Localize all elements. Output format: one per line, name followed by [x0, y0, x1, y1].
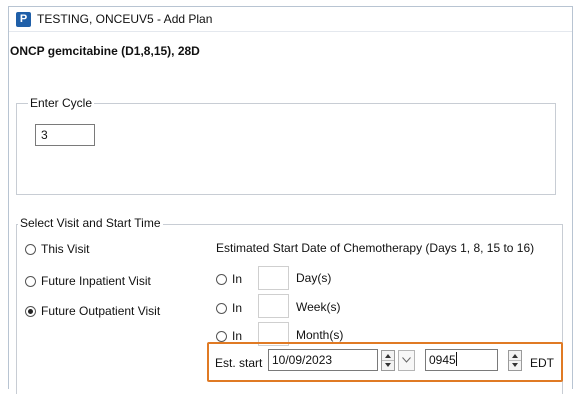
date-dropdown-button[interactable]	[398, 350, 415, 371]
weeks-input[interactable]	[258, 294, 289, 318]
start-date-heading: Estimated Start Date of Chemotherapy (Da…	[216, 241, 535, 255]
chevron-down-icon	[402, 357, 411, 363]
radio-in-weeks[interactable]: In	[216, 301, 242, 315]
days-unit-label: Day(s)	[296, 271, 332, 285]
window-title: TESTING, ONCEUV5 - Add Plan	[37, 12, 213, 26]
radio-label: In	[232, 301, 243, 315]
spin-down-icon[interactable]	[512, 363, 518, 367]
radio-future-outpatient[interactable]: Future Outpatient Visit	[25, 304, 160, 318]
enter-cycle-group	[16, 103, 556, 195]
radio-indicator[interactable]	[25, 275, 36, 287]
radio-label: This Visit	[41, 242, 90, 256]
weeks-unit-label: Week(s)	[296, 300, 341, 314]
radio-in-days[interactable]: In	[216, 272, 242, 286]
date-spinner[interactable]	[381, 350, 395, 371]
start-time-input[interactable]: 0945	[425, 349, 498, 371]
start-time-value: 0945	[429, 353, 456, 367]
radio-future-inpatient[interactable]: Future Inpatient Visit	[25, 274, 151, 288]
radio-indicator[interactable]	[216, 302, 227, 314]
plan-name: ONCP gemcitabine (D1,8,15), 28D	[10, 44, 200, 58]
spin-up-icon[interactable]	[512, 354, 518, 358]
app-logo-icon: P	[16, 12, 31, 27]
days-input[interactable]	[258, 266, 289, 290]
start-date-input[interactable]: 10/09/2023	[268, 349, 378, 371]
radio-indicator[interactable]	[216, 273, 227, 285]
timezone-label: EDT	[530, 356, 554, 370]
radio-label: Future Inpatient Visit	[41, 274, 151, 288]
spin-down-icon[interactable]	[385, 363, 391, 367]
cycle-input[interactable]: 3	[35, 124, 95, 146]
radio-label: In	[232, 272, 243, 286]
est-start-label: Est. start	[215, 356, 263, 370]
text-cursor	[455, 352, 457, 366]
title-bar: P TESTING, ONCEUV5 - Add Plan	[9, 7, 572, 32]
enter-cycle-legend: Enter Cycle	[28, 96, 95, 110]
radio-label: Future Outpatient Visit	[41, 304, 161, 318]
spin-up-icon[interactable]	[385, 354, 391, 358]
radio-indicator[interactable]	[216, 330, 227, 342]
visit-legend: Select Visit and Start Time	[18, 216, 163, 230]
time-spinner[interactable]	[508, 350, 522, 371]
radio-in-months[interactable]: In	[216, 329, 242, 343]
radio-label: In	[232, 329, 243, 343]
radio-indicator[interactable]	[25, 243, 36, 255]
radio-indicator[interactable]	[25, 305, 36, 317]
months-unit-label: Month(s)	[296, 328, 344, 342]
radio-this-visit[interactable]: This Visit	[25, 242, 89, 256]
